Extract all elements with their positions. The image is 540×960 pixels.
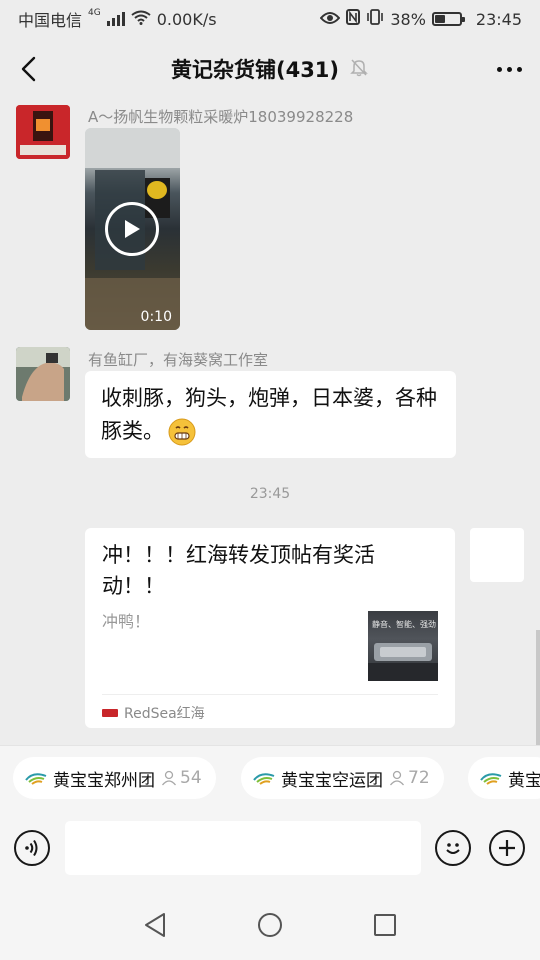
group-count-value: 72	[408, 768, 430, 788]
group-logo-icon	[25, 773, 47, 785]
voice-icon	[25, 839, 38, 857]
circle-home-icon	[258, 913, 282, 937]
carrier-name: 中国电信	[18, 11, 83, 30]
play-button[interactable]	[105, 202, 159, 256]
network-type: 4G	[88, 8, 101, 18]
signal-icon	[106, 12, 125, 26]
more-dot	[516, 66, 522, 72]
avatar[interactable]	[16, 347, 70, 401]
nav-back-button[interactable]	[140, 910, 170, 940]
more-dot	[496, 66, 502, 72]
nav-home-button[interactable]	[255, 910, 285, 940]
video-duration: 0:10	[140, 309, 172, 325]
grin-emoji-icon	[168, 418, 196, 450]
group-chip[interactable]: 黄宝宝空运团 72	[241, 757, 444, 799]
input-bar	[0, 807, 540, 890]
sender-name: 有鱼缸厂，有海葵窝工作室	[88, 351, 269, 369]
battery-fill	[434, 15, 445, 23]
voice-button[interactable]	[14, 830, 50, 866]
triangle-back-icon	[145, 913, 165, 937]
more-button[interactable]	[492, 56, 526, 82]
group-name: 黄宝	[508, 770, 540, 791]
message-input[interactable]	[65, 821, 421, 875]
chevron-left-icon	[21, 56, 36, 82]
title-wrap: 黄记杂货铺(431)	[171, 54, 369, 84]
back-button[interactable]	[14, 54, 42, 84]
chat-header: 黄记杂货铺(431)	[0, 38, 540, 100]
more-dot	[506, 66, 512, 72]
eye-icon	[319, 10, 341, 29]
bell-off-icon	[349, 57, 369, 81]
battery-icon	[431, 12, 465, 26]
my-avatar[interactable]	[470, 528, 524, 582]
group-logo-icon	[253, 773, 275, 785]
group-logo-icon	[480, 773, 502, 785]
avatar[interactable]	[16, 105, 70, 159]
square-recent-icon	[374, 914, 396, 936]
person-icon	[389, 770, 405, 786]
link-description: 冲鸭！	[102, 612, 151, 631]
status-left: 中国电信 4G 0.00K/s	[18, 7, 217, 31]
battery-percent: 38%	[390, 9, 426, 29]
link-thumbnail: 静音、智能、强劲	[368, 611, 438, 681]
vibrate-icon	[366, 9, 384, 29]
group-chip[interactable]: 黄宝	[468, 757, 540, 799]
network-speed: 0.00K/s	[156, 9, 217, 29]
group-bar[interactable]: 黄宝宝郑州团 54 黄宝宝空运团 72 黄宝	[0, 745, 540, 807]
group-count: 72	[389, 768, 430, 788]
chat-title: 黄记杂货铺(431)	[170, 58, 340, 82]
smiley-icon	[446, 843, 460, 854]
sender-name: A～扬帆生物颗粒采暖炉18039928228	[88, 108, 354, 126]
group-count-value: 54	[180, 768, 202, 788]
group-count: 54	[161, 768, 202, 788]
person-photo	[16, 347, 70, 401]
status-right: 38% 23:45	[319, 9, 522, 29]
clock-time: 23:45	[475, 9, 522, 29]
plus-button[interactable]	[489, 830, 525, 866]
group-name: 黄宝宝空运团	[281, 770, 383, 791]
redsea-logo-icon	[102, 709, 118, 717]
person-icon	[161, 770, 177, 786]
aquarium-device-image	[368, 643, 438, 681]
group-name: 黄宝宝郑州团	[53, 770, 155, 791]
chat-area[interactable]: A～扬帆生物颗粒采暖炉18039928228 0:10 有鱼缸厂，有海葵窝工作室…	[0, 100, 540, 745]
system-nav-bar	[0, 890, 540, 960]
link-divider	[102, 694, 438, 695]
nfc-icon	[346, 9, 361, 29]
status-bar: 中国电信 4G 0.00K/s 38% 23:45	[0, 0, 540, 38]
message-bubble[interactable]: 收刺豚，狗头，炮弹，日本婆，各种豚类。	[85, 371, 456, 458]
source-name: RedSea红海	[124, 706, 205, 722]
link-title: 冲！！！红海转发顶帖有奖活动！！	[102, 543, 375, 598]
play-icon	[125, 220, 140, 238]
stove-logo-icon	[16, 105, 70, 159]
link-source: RedSea红海	[102, 703, 205, 723]
nav-recent-button[interactable]	[370, 910, 400, 940]
time-separator: 23:45	[249, 486, 291, 502]
plus-icon	[499, 840, 515, 856]
link-card[interactable]: 冲！！！红海转发顶帖有奖活动！！ 冲鸭！ 静音、智能、强劲 RedSea红海	[85, 528, 455, 728]
emoji-button[interactable]	[435, 830, 471, 866]
video-message[interactable]: 0:10	[85, 128, 180, 330]
scrollbar[interactable]	[536, 630, 540, 745]
message-text: 收刺豚，狗头，炮弹，日本婆，各种豚类。	[101, 386, 437, 443]
wifi-icon	[131, 10, 151, 29]
group-chip[interactable]: 黄宝宝郑州团 54	[13, 757, 216, 799]
